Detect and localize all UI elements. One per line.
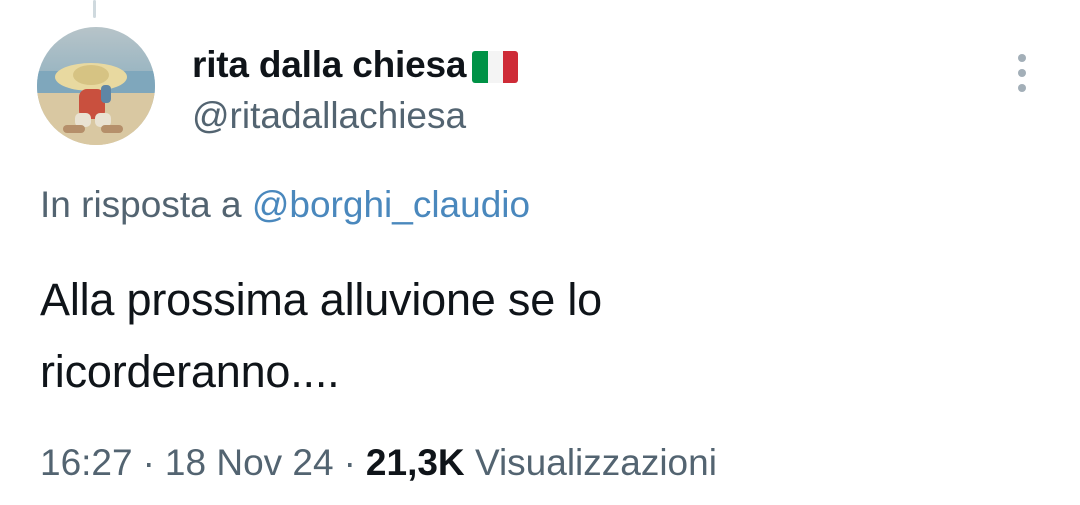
views-count[interactable]: 21,3K [366,442,465,483]
tweet-text: Alla prossima alluvione se lo ricorderan… [40,264,1000,408]
tweet-text-line: Alla prossima alluvione se lo [40,274,602,325]
tweet-date[interactable]: 18 Nov 24 [165,442,334,483]
more-dot [1018,69,1026,77]
reply-context-prefix: In risposta a [40,184,242,225]
avatar[interactable] [37,27,155,145]
tweet-time[interactable]: 16:27 [40,442,133,483]
tweet-meta: 16:27 · 18 Nov 24 · 21,3K Visualizzazioni [40,440,717,486]
views-label[interactable]: Visualizzazioni [475,442,717,483]
avatar-image [37,27,155,145]
italy-flag-icon [472,51,519,83]
author-display-name[interactable]: rita dalla chiesa [192,42,466,88]
thread-connector-line [93,0,96,18]
meta-separator: · [142,442,155,483]
meta-separator: · [343,442,356,483]
author-name-row: rita dalla chiesa [192,42,519,88]
more-vertical-icon [1018,54,1026,62]
more-options-button[interactable] [1002,50,1042,96]
reply-context: In risposta a @borghi_claudio [40,182,530,228]
more-dot [1018,84,1026,92]
reply-mention-link[interactable]: @borghi_claudio [252,184,530,225]
tweet-text-line: ricorderanno.... [40,346,340,397]
author-handle[interactable]: @ritadallachiesa [192,94,466,138]
